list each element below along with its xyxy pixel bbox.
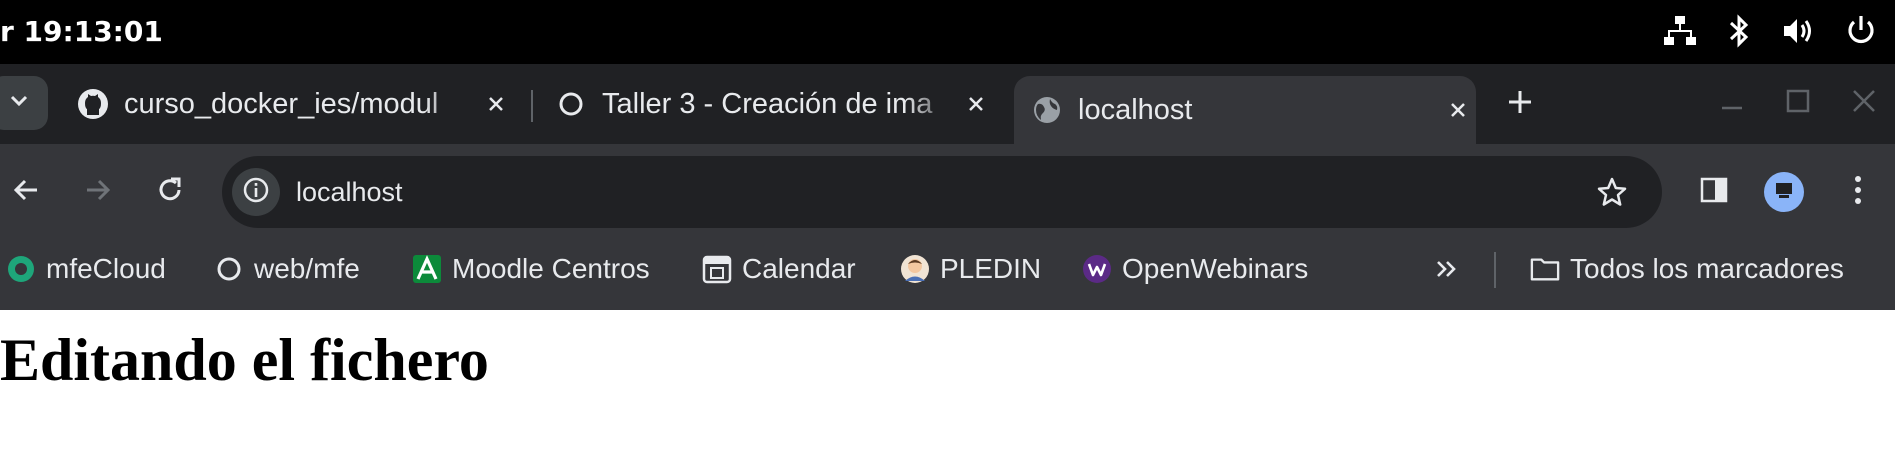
bookmark-mfecloud[interactable]: mfeCloud [6,240,166,298]
new-tab-button[interactable] [1500,84,1540,124]
volume-icon[interactable] [1781,14,1815,48]
more-bookmarks-button[interactable] [1432,240,1472,298]
arrow-right-icon [83,175,113,210]
profile-avatar[interactable] [1764,172,1804,212]
bookmark-label: mfeCloud [46,253,166,284]
tab-title: Taller 3 - Creación de ima [602,87,933,120]
calendar-icon [702,254,732,284]
plus-icon [1507,89,1533,120]
back-button[interactable] [2,168,50,216]
bookmark-calendar[interactable]: Calendar [702,240,856,298]
maximize-icon[interactable] [1779,82,1817,120]
address-bar[interactable]: localhost [222,156,1662,228]
tab-taller[interactable]: Taller 3 - Creación de ima [554,76,994,132]
page-heading: Editando el fichero [0,327,489,393]
chevron-down-icon [9,94,29,113]
moodle-icon [412,254,442,284]
page-content: Editando el fichero [0,310,1895,452]
close-window-icon[interactable] [1845,82,1883,120]
double-chevron-right-icon [1432,254,1462,284]
forward-button[interactable] [74,168,122,216]
circle-icon [214,254,244,284]
system-clock: r 19:13:01 [0,15,163,48]
tab-separator [531,90,533,122]
close-tab-icon[interactable] [958,86,994,122]
reload-button[interactable] [146,168,194,216]
reload-icon [155,175,185,210]
tab-github[interactable]: curso_docker_ies/modul [76,76,514,132]
network-icon[interactable] [1663,14,1697,48]
bookmark-label: OpenWebinars [1122,253,1309,284]
tab-localhost-active[interactable]: localhost [1014,76,1476,144]
bookmark-star-icon[interactable] [1592,172,1632,212]
bookmarks-bar: mfeCloud web/mfe Moodle Centros Calendar… [0,240,1895,310]
folder-icon [1530,254,1560,284]
power-icon[interactable] [1845,14,1877,48]
kebab-menu-icon [1853,174,1863,211]
window-controls [1713,82,1895,120]
all-bookmarks-button[interactable]: Todos los marcadores [1530,240,1844,298]
side-panel-button[interactable] [1694,172,1734,212]
loading-circle-icon [554,87,588,121]
system-tray [1663,14,1877,48]
bookmark-moodle-centros[interactable]: Moodle Centros [412,240,650,298]
system-bar: r 19:13:01 [0,0,1895,64]
tab-title: curso_docker_ies/modul [124,87,439,120]
pledin-avatar-icon [900,254,930,284]
arrow-left-icon [11,175,41,210]
tab-strip: curso_docker_ies/modul Taller 3 - Creaci… [0,64,1895,144]
globe-icon [1030,93,1064,127]
all-bookmarks-label: Todos los marcadores [1570,253,1844,284]
url-text[interactable]: localhost [296,156,403,228]
bluetooth-icon[interactable] [1727,14,1751,48]
bookmark-openwebinars[interactable]: OpenWebinars [1082,240,1308,298]
bookmark-pledin[interactable]: PLEDIN [900,240,1041,298]
tab-search-button[interactable] [0,76,48,130]
mfecloud-icon [6,254,36,284]
info-icon [242,176,270,209]
bookmark-label: PLEDIN [940,253,1042,284]
bookmark-label: Moodle Centros [452,253,650,284]
github-icon [76,87,110,121]
bookmark-label: web/mfe [254,253,360,284]
close-tab-icon[interactable] [478,86,514,122]
side-panel-icon [1699,175,1729,210]
more-menu-button[interactable] [1838,172,1878,212]
tab-title: localhost [1078,93,1193,126]
profile-computer-icon [1773,180,1795,205]
site-info-button[interactable] [232,168,280,216]
bookmark-label: Calendar [742,253,856,284]
browser-toolbar: localhost [0,144,1895,240]
bookmark-web-mfe[interactable]: web/mfe [214,240,360,298]
bookmarks-separator [1494,252,1496,288]
openwebinars-icon [1082,254,1112,284]
close-tab-icon[interactable] [1440,92,1476,128]
minimize-icon[interactable] [1713,82,1751,120]
